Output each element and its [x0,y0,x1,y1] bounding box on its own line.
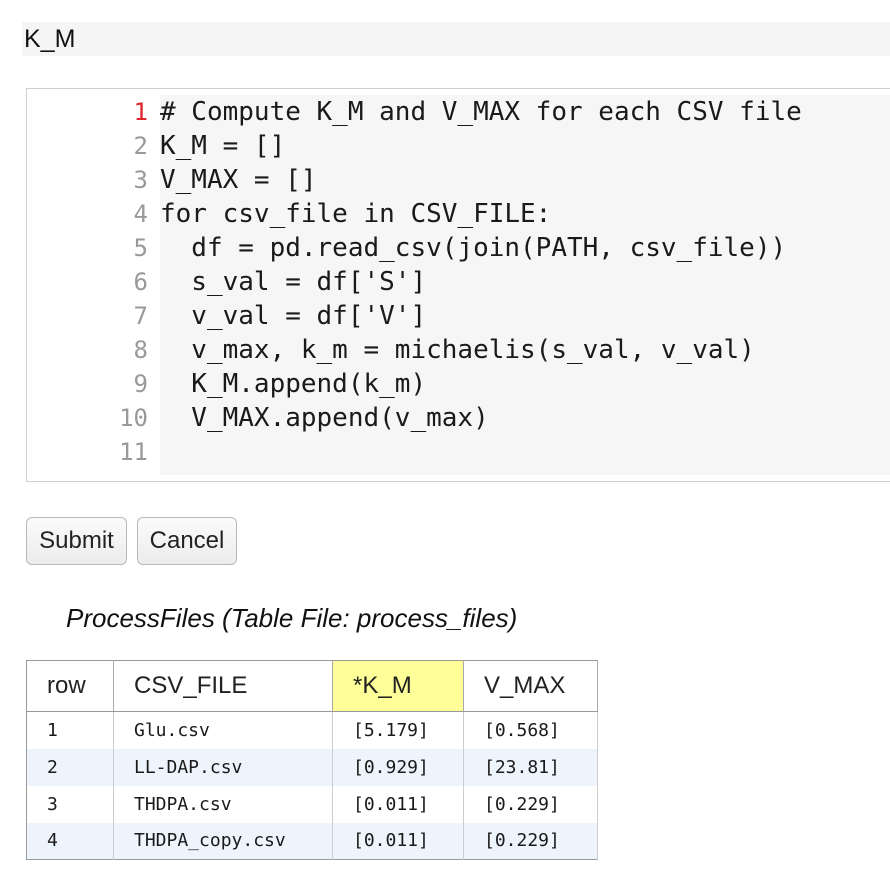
code-line: V_MAX = [] [160,165,317,195]
line-number: 10 [119,404,148,432]
code-line: V_MAX.append(v_max) [160,403,489,433]
cancel-button[interactable]: Cancel [137,517,237,565]
cell-v-max[interactable]: [0.568] [463,711,598,749]
code-line: K_M = [] [160,131,286,161]
cell-k-m[interactable]: [0.929] [332,748,464,786]
table-row: 1 Glu.csv [5.179] [0.568] [26,711,598,749]
cell-k-m[interactable]: [5.179] [332,711,464,749]
code-line: # Compute K_M and V_MAX for each CSV fil… [160,97,802,127]
table-row: 4 THDPA_copy.csv [0.011] [0.229] [26,822,598,860]
process-files-table: row CSV_FILE *K_M V_MAX 1 Glu.csv [5.179… [26,660,598,860]
cell-k-m[interactable]: [0.011] [332,822,464,860]
cell-row: 3 [26,785,114,823]
code-line: for csv_file in CSV_FILE: [160,199,552,229]
cell-k-m[interactable]: [0.011] [332,785,464,823]
code-line: df = pd.read_csv(join(PATH, csv_file)) [160,233,787,263]
line-number: 3 [133,166,148,194]
column-header-row[interactable]: row [26,660,114,712]
line-number: 8 [133,336,148,364]
table-header-row: row CSV_FILE *K_M V_MAX [26,660,598,712]
cell-row: 4 [26,822,114,860]
line-number: 5 [133,234,148,262]
cell-csv-file[interactable]: LL-DAP.csv [113,748,333,786]
line-number: 2 [133,132,148,160]
page: K_M 1 2 3 4 5 6 7 8 9 10 11 # Compute K_… [0,0,890,878]
cell-row: 1 [26,711,114,749]
line-number-gutter: 1 2 3 4 5 6 7 8 9 10 11 [27,89,158,481]
line-number: 11 [119,438,148,466]
code-editor[interactable]: 1 2 3 4 5 6 7 8 9 10 11 # Compute K_M an… [26,88,890,482]
code-line: v_val = df['V'] [160,301,427,331]
cell-row: 2 [26,748,114,786]
cell-csv-file[interactable]: Glu.csv [113,711,333,749]
cell-csv-file[interactable]: THDPA.csv [113,785,333,823]
submit-button[interactable]: Submit [26,517,127,565]
table-row: 3 THDPA.csv [0.011] [0.229] [26,785,598,823]
code-line: K_M.append(k_m) [160,369,427,399]
code-text-area[interactable]: # Compute K_M and V_MAX for each CSV fil… [160,95,890,475]
line-number: 6 [133,268,148,296]
cell-v-max[interactable]: [0.229] [463,822,598,860]
line-number: 7 [133,302,148,330]
line-number: 9 [133,370,148,398]
table-caption: ProcessFiles (Table File: process_files) [66,603,518,633]
cell-v-max[interactable]: [23.81] [463,748,598,786]
line-number: 4 [133,200,148,228]
column-header-csv-file[interactable]: CSV_FILE [113,660,333,712]
column-header-k-m[interactable]: *K_M [332,660,464,712]
cell-v-max[interactable]: [0.229] [463,785,598,823]
column-header-v-max[interactable]: V_MAX [463,660,598,712]
cell-csv-file[interactable]: THDPA_copy.csv [113,822,333,860]
code-line: v_max, k_m = michaelis(s_val, v_val) [160,335,755,365]
code-line: s_val = df['S'] [160,267,427,297]
line-number: 1 [133,98,148,126]
cell-name-field[interactable]: K_M [22,22,890,56]
table-row: 2 LL-DAP.csv [0.929] [23.81] [26,748,598,786]
